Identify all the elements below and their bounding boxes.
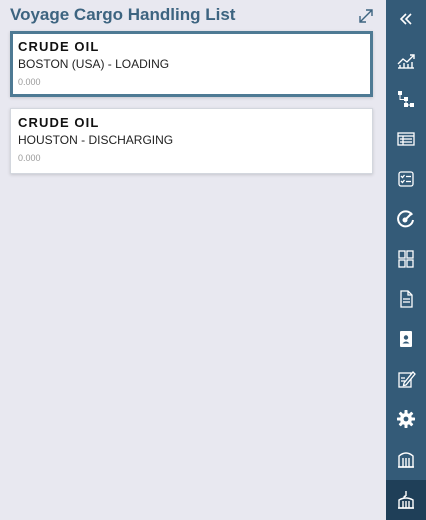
sidebar-item-performance[interactable]	[386, 41, 426, 79]
sidebar-item-checklist[interactable]	[386, 160, 426, 198]
line-chart-icon	[397, 54, 415, 69]
tank-icon	[398, 452, 414, 468]
expand-icon[interactable]	[356, 6, 376, 26]
sidebar	[386, 0, 426, 520]
cargo-location: HOUSTON - DISCHARGING	[18, 133, 174, 147]
cargo-name: CRUDE OIL	[18, 39, 100, 54]
schedule-table-icon	[397, 132, 415, 146]
grid-layout-icon	[398, 250, 414, 268]
cargo-handling-icon	[398, 491, 414, 509]
speedometer-icon	[397, 210, 414, 228]
cargo-quantity: 0.000	[18, 153, 41, 163]
cargo-name: CRUDE OIL	[18, 115, 100, 130]
gear-icon	[397, 410, 415, 428]
main-panel: Voyage Cargo Handling List CRUDE OIL BOS…	[0, 0, 386, 520]
cargo-card[interactable]: CRUDE OIL HOUSTON - DISCHARGING 0.000	[10, 108, 373, 174]
contact-card-icon	[400, 331, 412, 347]
sidebar-item-tanks[interactable]	[386, 440, 426, 478]
document-icon	[400, 290, 413, 308]
hierarchy-icon	[398, 91, 414, 107]
sidebar-item-cargo-handling[interactable]	[386, 480, 426, 520]
cargo-location: BOSTON (USA) - LOADING	[18, 57, 170, 71]
edit-form-icon	[398, 371, 416, 388]
collapse-chevrons-icon	[399, 13, 412, 25]
sidebar-item-settings[interactable]	[386, 400, 426, 438]
sidebar-item-hierarchy[interactable]	[386, 80, 426, 118]
sidebar-collapse-button[interactable]	[386, 0, 426, 38]
sidebar-item-edit[interactable]	[386, 360, 426, 398]
cargo-card[interactable]: CRUDE OIL BOSTON (USA) - LOADING 0.000	[10, 31, 373, 97]
sidebar-item-schedule[interactable]	[386, 120, 426, 158]
sidebar-item-contacts[interactable]	[386, 320, 426, 358]
page-title: Voyage Cargo Handling List	[10, 5, 236, 24]
sidebar-item-dashboard[interactable]	[386, 200, 426, 238]
sidebar-item-documents[interactable]	[386, 280, 426, 318]
sidebar-item-layout[interactable]	[386, 240, 426, 278]
cargo-quantity: 0.000	[18, 77, 41, 87]
checklist-icon	[398, 171, 414, 187]
